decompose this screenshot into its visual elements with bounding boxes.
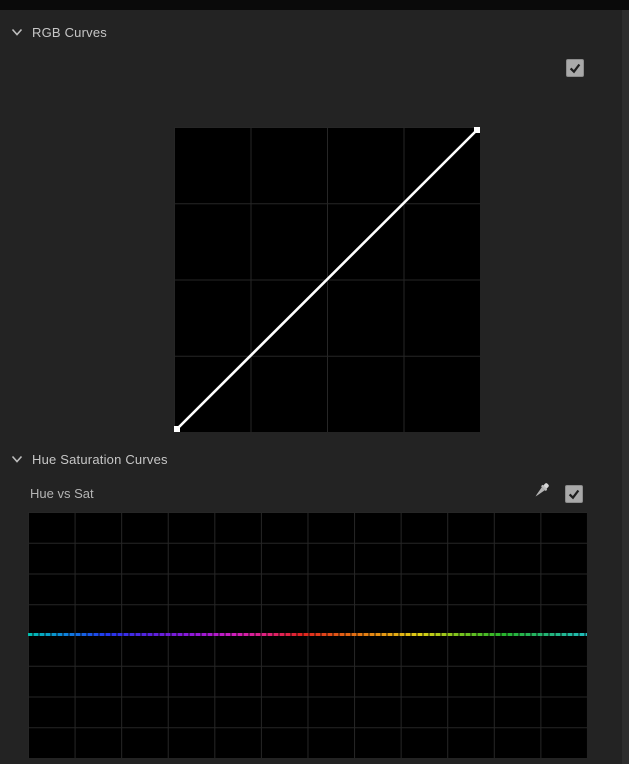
curve-point-start — [174, 426, 180, 432]
checkmark-icon — [568, 489, 580, 500]
hue-sat-curves-title: Hue Saturation Curves — [32, 452, 168, 467]
rgb-curves-title: RGB Curves — [32, 25, 107, 40]
hue-vs-sat-label: Hue vs Sat — [30, 486, 94, 501]
scrollbar-track[interactable] — [622, 10, 629, 764]
channel-selector — [0, 93, 629, 207]
chevron-down-icon — [11, 455, 23, 463]
rgb-curve-editor[interactable] — [174, 127, 480, 432]
rgb-curves-bypass-checkbox[interactable] — [566, 59, 584, 77]
curve-point-end — [474, 127, 480, 133]
top-edge-strip — [0, 0, 629, 10]
eyedropper-icon — [535, 483, 549, 497]
hue-vs-sat-bypass-checkbox[interactable] — [565, 485, 583, 503]
eyedropper-button[interactable] — [530, 480, 552, 502]
master-curve-line — [176, 129, 478, 430]
checkmark-icon — [569, 63, 581, 74]
hue-vs-sat-curve-editor[interactable] — [28, 512, 587, 758]
lumetri-curves-panel: RGB Curves Hue Saturation Curves Hue vs … — [0, 0, 629, 764]
rgb-curves-section-header[interactable]: RGB Curves — [11, 25, 107, 40]
chevron-down-icon — [11, 28, 23, 36]
hue-spectrum-line[interactable] — [28, 633, 587, 636]
hue-sat-curves-section-header[interactable]: Hue Saturation Curves — [11, 452, 168, 467]
rgb-curve-plot — [174, 127, 480, 432]
